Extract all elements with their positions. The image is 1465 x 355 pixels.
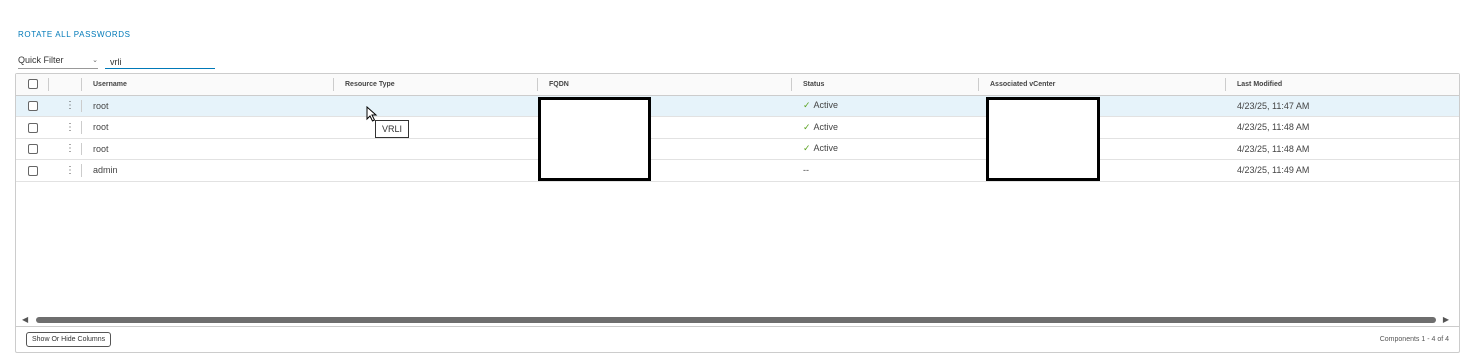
cell-last-modified: 4/23/25, 11:49 AM bbox=[1226, 159, 1459, 182]
redaction-box-vcenter bbox=[986, 97, 1100, 181]
pagination-summary: Components 1 - 4 of 4 bbox=[1379, 336, 1449, 343]
cell-resource-type bbox=[334, 138, 538, 160]
quick-filter-select[interactable]: Quick Filter ⌄ bbox=[18, 55, 98, 69]
redaction-box-fqdn bbox=[538, 97, 651, 181]
mouse-cursor-icon bbox=[366, 106, 378, 122]
cell-resource-type bbox=[334, 95, 538, 117]
quick-filter-label: Quick Filter bbox=[18, 55, 64, 65]
cell-username: root bbox=[82, 95, 334, 117]
cell-resource-type bbox=[334, 159, 538, 182]
check-icon: ✓ bbox=[803, 143, 811, 154]
table-row[interactable]: ⋮ root ✓ Active 4/23/25, 11:47 AM bbox=[16, 95, 1459, 117]
cell-resource-type bbox=[334, 116, 538, 139]
passwords-datagrid: Username Resource Type FQDN Status Assoc… bbox=[15, 73, 1460, 353]
row-checkbox[interactable] bbox=[28, 122, 38, 133]
column-header-resource-type[interactable]: Resource Type bbox=[334, 74, 538, 96]
tooltip: VRLI bbox=[375, 120, 409, 138]
row-checkbox[interactable] bbox=[28, 101, 38, 112]
vertical-ellipsis-icon[interactable]: ⋮ bbox=[65, 165, 75, 176]
cell-last-modified: 4/23/25, 11:48 AM bbox=[1226, 116, 1459, 139]
chevron-down-icon: ⌄ bbox=[92, 57, 98, 64]
row-checkbox[interactable] bbox=[28, 165, 38, 176]
cell-last-modified: 4/23/25, 11:47 AM bbox=[1226, 95, 1459, 117]
cell-status: ✓ Active bbox=[792, 138, 979, 160]
show-hide-columns-button[interactable]: Show Or Hide Columns bbox=[26, 332, 112, 347]
cell-username: root bbox=[82, 116, 334, 139]
select-all-header bbox=[16, 74, 49, 96]
cell-username: root bbox=[82, 138, 334, 160]
scroll-right-icon[interactable]: ▶ bbox=[1443, 315, 1449, 324]
cell-status: ✓ Active bbox=[792, 95, 979, 117]
vertical-ellipsis-icon[interactable]: ⋮ bbox=[65, 143, 75, 154]
scrollbar-thumb[interactable] bbox=[36, 317, 1436, 323]
filter-input[interactable] bbox=[105, 55, 215, 69]
select-all-checkbox[interactable] bbox=[28, 79, 38, 90]
check-icon: ✓ bbox=[803, 121, 811, 132]
cell-status: -- bbox=[792, 159, 979, 182]
rotate-all-passwords-link[interactable]: ROTATE ALL PASSWORDS bbox=[18, 30, 131, 39]
datagrid-footer: Show Or Hide Columns Components 1 - 4 of… bbox=[16, 326, 1459, 352]
cell-last-modified: 4/23/25, 11:48 AM bbox=[1226, 138, 1459, 160]
row-checkbox[interactable] bbox=[28, 144, 38, 155]
scroll-left-icon[interactable]: ◀ bbox=[22, 315, 28, 324]
column-header-last-modified[interactable]: Last Modified bbox=[1226, 74, 1459, 96]
column-header-fqdn[interactable]: FQDN bbox=[538, 74, 792, 96]
table-row[interactable]: ⋮ root ✓ Active 4/23/25, 11:48 AM bbox=[16, 138, 1459, 160]
check-icon: ✓ bbox=[803, 100, 811, 111]
column-header-status[interactable]: Status bbox=[792, 74, 979, 96]
vertical-ellipsis-icon[interactable]: ⋮ bbox=[65, 100, 75, 111]
horizontal-scrollbar[interactable]: ◀ ▶ bbox=[16, 315, 1459, 325]
column-header-username[interactable]: Username bbox=[82, 74, 334, 96]
actions-header bbox=[49, 74, 82, 96]
column-header-associated-vcenter[interactable]: Associated vCenter bbox=[979, 74, 1226, 96]
table-row[interactable]: ⋮ admin -- 4/23/25, 11:49 AM bbox=[16, 159, 1459, 182]
cell-status: ✓ Active bbox=[792, 116, 979, 139]
cell-username: admin bbox=[82, 159, 334, 182]
table-row[interactable]: ⋮ root ✓ Active 4/23/25, 11:48 AM bbox=[16, 116, 1459, 139]
vertical-ellipsis-icon[interactable]: ⋮ bbox=[65, 122, 75, 133]
